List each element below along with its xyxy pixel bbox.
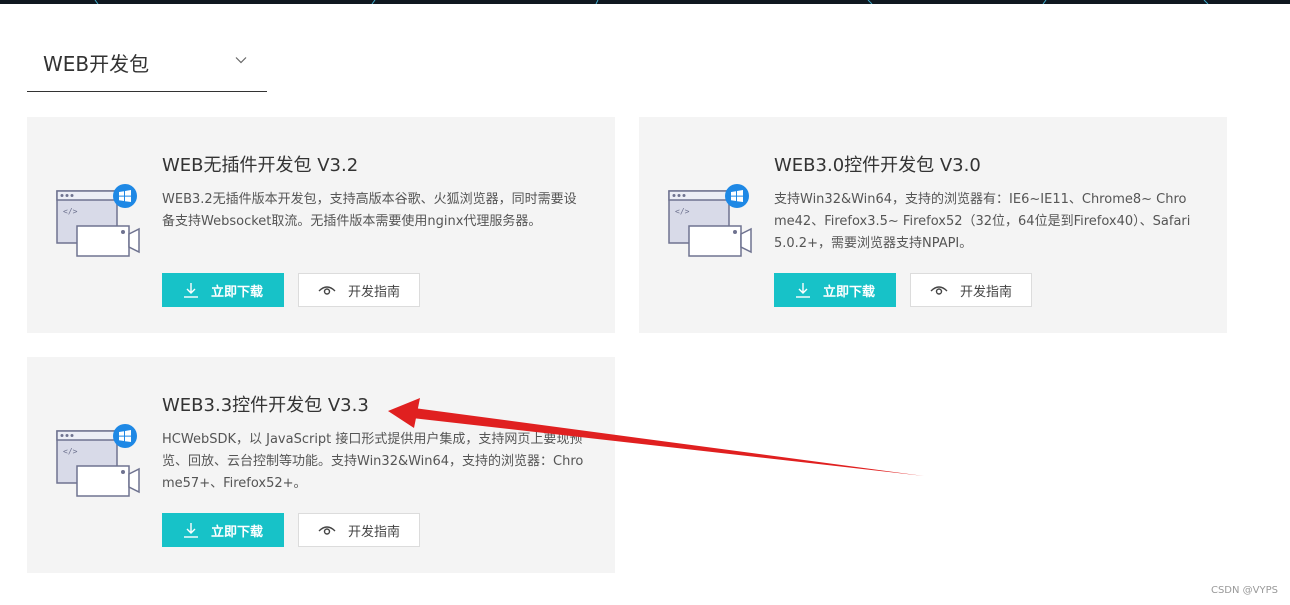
svg-text:</>: </> (675, 207, 690, 216)
dev-guide-button-label: 开发指南 (347, 284, 400, 300)
card-title: WEB3.0控件开发包 V3.0 (774, 155, 981, 176)
download-button-label: 立即下载 (822, 284, 875, 300)
card-title: WEB无插件开发包 V3.2 (162, 155, 359, 176)
dev-guide-button-label: 开发指南 (347, 524, 400, 540)
download-button-label: 立即下载 (210, 284, 263, 300)
dev-guide-button[interactable]: 开发指南 (298, 273, 420, 307)
web-sdk-illustration-icon: </> (668, 184, 752, 257)
svg-text:</>: </> (63, 447, 78, 456)
svg-text:</>: </> (63, 207, 78, 216)
sdk-category-select[interactable]: WEB开发包 (27, 38, 267, 92)
card-title: WEB3.3控件开发包 V3.3 (162, 395, 369, 416)
download-button[interactable]: 立即下载 (774, 273, 896, 307)
top-banner-strip (0, 0, 1290, 4)
chevron-down-icon (235, 57, 247, 64)
eye-icon (318, 526, 336, 535)
download-button-label: 立即下载 (210, 524, 263, 540)
sdk-card-web3-3-plugin: </> WEB3.3控件开发包 V3.3 HCWebSDK，以 JavaScri… (27, 357, 615, 573)
eye-icon (930, 286, 948, 295)
download-icon (795, 283, 810, 298)
download-button[interactable]: 立即下载 (162, 273, 284, 307)
web-sdk-illustration-icon: </> (56, 424, 140, 497)
card-description: 支持Win32&Win64，支持的浏览器有：IE6~IE11、Chrome8~ … (774, 192, 1191, 251)
dev-guide-button[interactable]: 开发指南 (298, 513, 420, 547)
eye-icon (318, 286, 336, 295)
card-description: HCWebSDK，以 JavaScript 接口形式提供用户集成，支持网页上要现… (162, 432, 584, 491)
watermark: CSDN @VYPS (1210, 585, 1278, 596)
download-button[interactable]: 立即下载 (162, 513, 284, 547)
sdk-card-web-no-plugin: </> WEB无插件开发包 V3.2 WEB3.2无插件版本开发包，支持高版本谷… (27, 117, 615, 333)
download-icon (183, 523, 198, 538)
sdk-card-web3-0-plugin: </> WEB3.0控件开发包 V3.0 支持Win32&Win64，支持的浏览… (639, 117, 1227, 333)
card-description: WEB3.2无插件版本开发包，支持高版本谷歌、火狐浏览器，同时需要设备支持Web… (162, 192, 577, 229)
download-icon (183, 283, 198, 298)
dev-guide-button-label: 开发指南 (959, 284, 1012, 300)
web-sdk-illustration-icon: </> (56, 184, 140, 257)
sdk-category-select-value: WEB开发包 (43, 52, 150, 76)
dev-guide-button[interactable]: 开发指南 (910, 273, 1032, 307)
